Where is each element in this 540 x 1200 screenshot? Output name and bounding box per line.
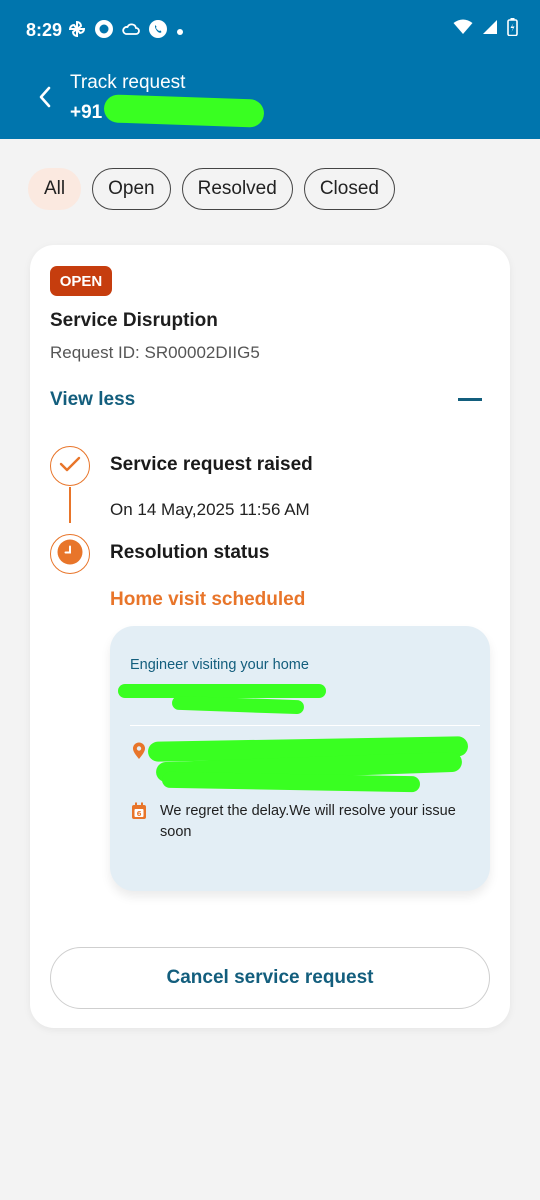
delay-message: We regret the delay.We will resolve your… (160, 803, 456, 840)
redaction-mark (118, 684, 326, 698)
collapse-icon[interactable] (458, 398, 482, 401)
request-id: Request ID: SR00002DIIG5 (50, 343, 260, 362)
status-notification-icons (68, 19, 184, 44)
redaction-mark (161, 771, 421, 793)
cancel-request-button[interactable]: Cancel service request (50, 947, 490, 1009)
dot-icon (176, 23, 184, 41)
app-bar: Track request +91 (0, 62, 540, 139)
chevron-left-icon (37, 86, 53, 113)
view-less-link[interactable]: View less (50, 389, 135, 411)
whatsapp-icon (148, 19, 168, 44)
request-card: OPEN Service Disruption Request ID: SR00… (30, 245, 510, 1028)
filter-open[interactable]: Open (92, 168, 171, 210)
location-pin-icon (131, 742, 147, 760)
status-badge: OPEN (50, 266, 112, 296)
status-time: 8:29 (26, 20, 63, 40)
battery-icon (507, 18, 518, 41)
step-completed-indicator (50, 446, 90, 486)
phone-number: +91 (70, 102, 103, 123)
pinwheel-icon (68, 20, 86, 43)
request-title: Service Disruption (50, 310, 218, 331)
step-resolution-status: Home visit scheduled (110, 589, 306, 610)
status-bar: 8:29 (0, 0, 540, 62)
step-raised-title: Service request raised (110, 454, 313, 475)
wifi-icon (453, 19, 473, 40)
step-raised-date: On 14 May,2025 11:56 AM (110, 500, 310, 519)
svg-text:6: 6 (137, 810, 142, 818)
step-resolution-title: Resolution status (110, 542, 270, 563)
status-system-icons (453, 18, 518, 41)
redaction-mark (103, 94, 265, 128)
clock-icon (57, 539, 83, 570)
signal-icon (482, 19, 498, 40)
engineer-label: Engineer visiting your home (130, 657, 309, 673)
checkmark-icon (59, 455, 81, 478)
filter-resolved[interactable]: Resolved (181, 168, 293, 210)
cloud-icon (122, 22, 140, 41)
step-current-indicator (50, 534, 90, 574)
calendar-icon: 6 (131, 802, 147, 820)
page-title: Track request (70, 72, 186, 93)
filter-all[interactable]: All (28, 168, 82, 210)
ring-icon (94, 19, 114, 44)
timeline-connector (69, 487, 71, 523)
engineer-visit-panel: Engineer visiting your home 6 We regret … (110, 626, 490, 891)
filter-closed[interactable]: Closed (303, 168, 395, 210)
redaction-mark (171, 695, 305, 715)
filter-chips: All Open Resolved Closed (28, 168, 395, 210)
divider (130, 725, 480, 726)
back-button[interactable] (30, 84, 60, 114)
